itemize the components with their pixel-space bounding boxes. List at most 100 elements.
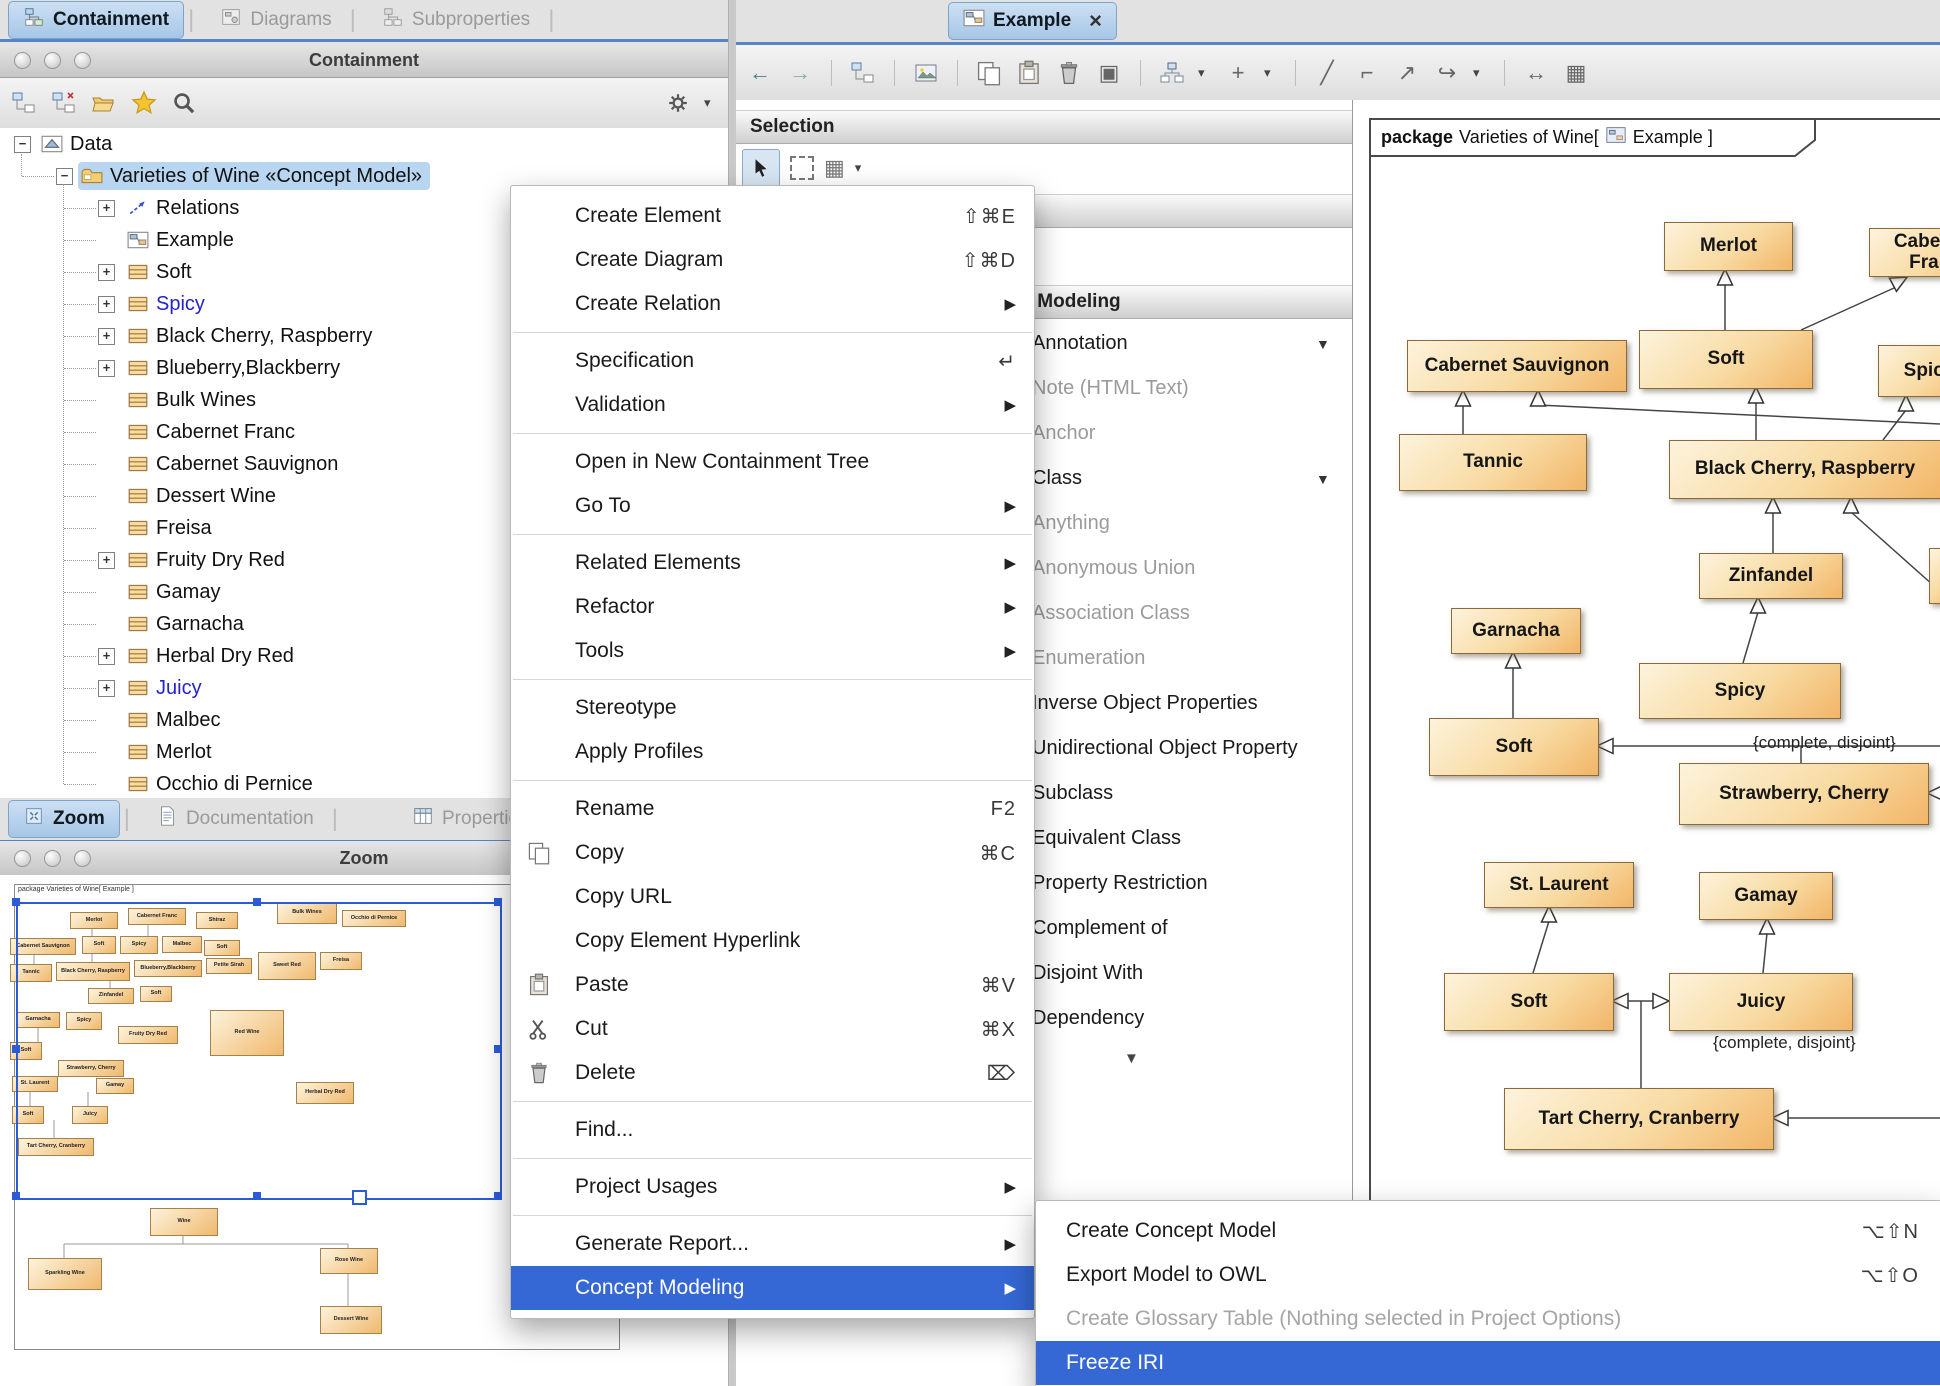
menu-item-related-elements[interactable]: Related Elements▶ — [511, 541, 1034, 585]
tab-zoom[interactable]: Zoom — [8, 800, 120, 838]
tree-selected-item[interactable]: Varieties of Wine «Concept Model» — [78, 162, 430, 190]
menu-item-rename[interactable]: RenameF2 — [511, 787, 1034, 831]
diagram-canvas[interactable]: package Varieties of Wine[ Example ] Mer… — [1352, 100, 1940, 1386]
scroll-more-icon[interactable]: ▼ — [1124, 1050, 1139, 1067]
layout-icon[interactable] — [1158, 59, 1186, 87]
tree-expander[interactable]: − — [56, 168, 73, 185]
settings-caret-icon[interactable]: ▾ — [704, 95, 718, 111]
tree-expander[interactable]: − — [14, 136, 31, 153]
tree-item[interactable]: Data — [38, 130, 120, 158]
class-node-tannic[interactable]: Tannic — [1399, 434, 1587, 491]
curve-path-icon[interactable]: ↪ — [1433, 59, 1461, 87]
selection-handle[interactable] — [253, 898, 261, 906]
tree-item[interactable]: Freisa — [124, 514, 220, 542]
dropdown-caret-icon[interactable]: ▼ — [1316, 336, 1330, 352]
containment-tree-icon[interactable] — [849, 59, 877, 87]
tab-example-diagram[interactable]: Example × — [948, 2, 1117, 40]
menu-item-copy-url[interactable]: Copy URL — [511, 875, 1034, 919]
tree-expander[interactable]: + — [98, 648, 115, 665]
selection-handle[interactable] — [12, 1192, 20, 1200]
tree-item[interactable]: Bulk Wines — [124, 386, 264, 414]
dropdown-caret-icon[interactable]: ▼ — [1316, 471, 1330, 487]
arrow-path-icon[interactable]: ↗ — [1393, 59, 1421, 87]
tree-item[interactable]: Relations — [124, 194, 247, 222]
close-window-icon[interactable] — [14, 850, 31, 867]
class-node-strawberry-cherry[interactable]: Strawberry, Cherry — [1679, 763, 1929, 825]
tree-item[interactable]: Black Cherry, Raspberry — [124, 322, 380, 350]
caret-icon[interactable]: ▾ — [1198, 65, 1212, 81]
tree-item[interactable]: Soft — [124, 258, 200, 286]
open-tree-icon[interactable] — [10, 89, 38, 117]
class-node-juicy[interactable]: Juicy — [1669, 973, 1853, 1031]
menu-item-copy[interactable]: Copy⌘C — [511, 831, 1034, 875]
menu-item-refactor[interactable]: Refactor▶ — [511, 585, 1034, 629]
menu-item-create-element[interactable]: Create Element⇧⌘E — [511, 194, 1034, 238]
tree-item[interactable]: Herbal Dry Red — [124, 642, 302, 670]
class-node-spicy[interactable]: Spicy — [1639, 663, 1841, 719]
favorites-star-icon[interactable] — [130, 89, 158, 117]
tree-row[interactable]: −Data — [0, 128, 728, 160]
submenu-item-create-glossary-table-nothing-selected-i[interactable]: Create Glossary Table (Nothing selected … — [1036, 1297, 1940, 1341]
menu-item-project-usages[interactable]: Project Usages▶ — [511, 1165, 1034, 1209]
sync-tree-icon[interactable] — [50, 89, 78, 117]
grid-icon[interactable]: ▦ — [1562, 59, 1590, 87]
marquee-tool-icon[interactable] — [790, 156, 814, 180]
tree-item[interactable]: Cabernet Sauvignon — [124, 450, 346, 478]
window-controls[interactable] — [14, 52, 91, 69]
submenu-item-export-model-to-owl[interactable]: Export Model to OWL⌥⇧O — [1036, 1253, 1940, 1297]
tree-item[interactable]: Fruity Dry Red — [124, 546, 293, 574]
menu-item-generate-report-[interactable]: Generate Report...▶ — [511, 1222, 1034, 1266]
rectilinear-path-icon[interactable]: ⌐ — [1353, 59, 1381, 87]
menu-item-stereotype[interactable]: Stereotype — [511, 686, 1034, 730]
tree-item[interactable]: Merlot — [124, 738, 220, 766]
selection-handle[interactable] — [494, 898, 502, 906]
tree-item[interactable]: Example — [124, 226, 242, 254]
tree-item[interactable]: Occhio di Pernice — [124, 770, 321, 798]
minimap-selection-rect[interactable] — [16, 902, 502, 1200]
delete-icon[interactable] — [1055, 59, 1083, 87]
class-node-zinfandel[interactable]: Zinfandel — [1699, 553, 1843, 599]
selection-handle[interactable] — [12, 898, 20, 906]
menu-item-create-relation[interactable]: Create Relation▶ — [511, 282, 1034, 326]
tree-item[interactable]: Gamay — [124, 578, 228, 606]
class-node-gamay[interactable]: Gamay — [1699, 872, 1833, 920]
tab-containment[interactable]: Containment — [8, 1, 184, 39]
class-node-cabernet-franc[interactable]: Cabernet Franc — [1869, 228, 1940, 277]
copy-icon[interactable] — [975, 59, 1003, 87]
class-node-garnacha[interactable]: Garnacha — [1451, 608, 1581, 654]
class-node-tart-cherry-cranberry[interactable]: Tart Cherry, Cranberry — [1504, 1088, 1774, 1150]
maximize-window-icon[interactable] — [74, 850, 91, 867]
selection-section-header[interactable]: Selection — [736, 110, 1352, 144]
tree-expander[interactable]: + — [98, 296, 115, 313]
menu-item-cut[interactable]: Cut⌘X — [511, 1007, 1034, 1051]
menu-item-delete[interactable]: Delete⌦ — [511, 1051, 1034, 1095]
menu-item-tools[interactable]: Tools▶ — [511, 629, 1034, 673]
tools-caret-icon[interactable]: ▾ — [855, 160, 869, 176]
menu-item-apply-profiles[interactable]: Apply Profiles — [511, 730, 1034, 774]
menu-item-create-diagram[interactable]: Create Diagram⇧⌘D — [511, 238, 1034, 282]
menu-item-find-[interactable]: Find... — [511, 1108, 1034, 1152]
tree-expander[interactable]: + — [98, 328, 115, 345]
grid-select-tool-icon[interactable]: ▦ — [824, 155, 845, 181]
menu-item-copy-element-hyperlink[interactable]: Copy Element Hyperlink — [511, 919, 1034, 963]
settings-gear-icon[interactable] — [664, 89, 692, 117]
menu-item-paste[interactable]: Paste⌘V — [511, 963, 1034, 1007]
close-window-icon[interactable] — [14, 52, 31, 69]
caret-icon[interactable]: ▾ — [1473, 65, 1487, 81]
tree-expander[interactable]: + — [98, 360, 115, 377]
tree-expander[interactable]: + — [98, 552, 115, 569]
tree-item[interactable]: Garnacha — [124, 610, 252, 638]
menu-item-go-to[interactable]: Go To▶ — [511, 484, 1034, 528]
class-node-black-cherry-raspberry[interactable]: Black Cherry, Raspberry — [1669, 440, 1940, 499]
tab-diagrams[interactable]: Diagrams — [206, 2, 345, 38]
cursor-tool-icon[interactable] — [742, 149, 780, 187]
class-node-soft[interactable]: Soft — [1444, 973, 1614, 1031]
submenu-item-freeze-iri[interactable]: Freeze IRI — [1036, 1341, 1940, 1385]
class-node-cabernet-sauvignon[interactable]: Cabernet Sauvignon — [1407, 340, 1627, 392]
class-node-st-laurent[interactable]: St. Laurent — [1484, 862, 1634, 908]
class-node-soft[interactable]: Soft — [1639, 330, 1813, 389]
tab-documentation[interactable]: Documentation — [142, 801, 328, 837]
open-folder-icon[interactable] — [90, 89, 118, 117]
caret-icon[interactable]: ▾ — [1264, 65, 1278, 81]
minimize-window-icon[interactable] — [44, 850, 61, 867]
